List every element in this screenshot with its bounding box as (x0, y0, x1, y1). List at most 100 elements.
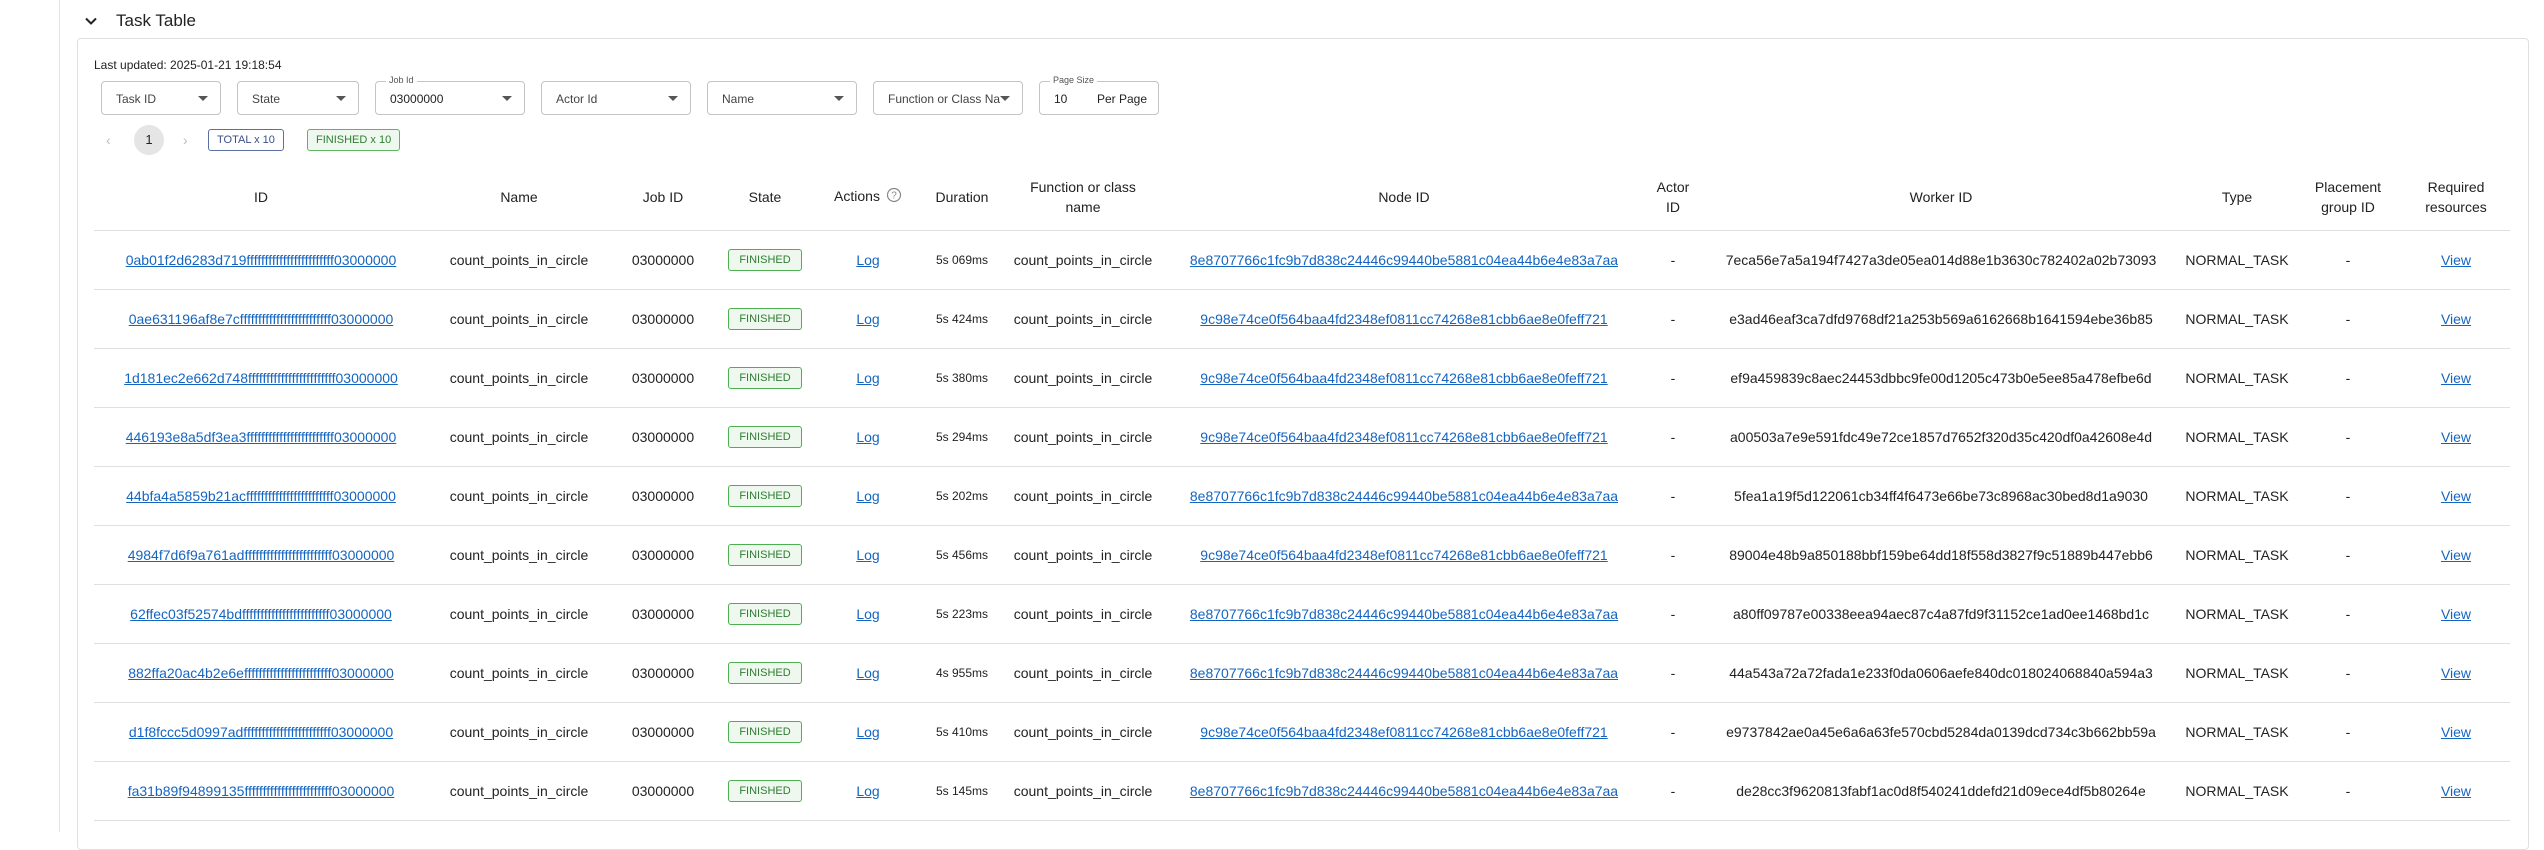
node-id-link[interactable]: 8e8707766c1fc9b7d838c24446c99440be5881c0… (1190, 606, 1618, 622)
log-link[interactable]: Log (856, 370, 879, 386)
page-size-label: Page Size (1050, 75, 1098, 85)
task-id-td: 4984f7d6f9a761adffffffffffffffffffffffff… (94, 525, 428, 585)
log-link[interactable]: Log (856, 665, 879, 681)
job-id-cell: 03000000 (631, 724, 695, 740)
chevron-down-icon[interactable] (80, 10, 102, 32)
chevron-left-icon[interactable]: ‹ (106, 132, 111, 148)
worker-id-cell-td: de28cc3f9620813fabf1ac0d8f540241ddefd21d… (1702, 761, 2180, 821)
view-resources-link[interactable]: View (2441, 370, 2471, 386)
duration-cell-td: 5s 456ms (922, 525, 1002, 585)
task-id-link[interactable]: fa31b89f94899135ffffffffffffffffffffffff… (128, 783, 395, 799)
node-id-link[interactable]: 9c98e74ce0f564baa4fd2348ef0811cc74268e81… (1200, 429, 1607, 445)
type-cell: NORMAL_TASK (2185, 488, 2289, 504)
state-badge: FINISHED (728, 249, 802, 271)
page-button-current[interactable]: 1 (134, 125, 164, 155)
view-resources-link[interactable]: View (2441, 547, 2471, 563)
page-size-value[interactable]: 10 (1054, 92, 1067, 106)
task-id-link[interactable]: d1f8fccc5d0997adffffffffffffffffffffffff… (129, 724, 393, 740)
state-badge: FINISHED (728, 308, 802, 330)
task-id-link[interactable]: 4984f7d6f9a761adffffffffffffffffffffffff… (128, 547, 395, 563)
view-resources-link[interactable]: View (2441, 429, 2471, 445)
view-resources-link[interactable]: View (2441, 724, 2471, 740)
state-td: FINISHED (716, 466, 814, 526)
task-id-filter[interactable]: Task ID (101, 81, 221, 115)
worker-id-cell-td: a00503a7e9e591fdc49e72ce1857d7652f320d35… (1702, 407, 2180, 467)
log-link[interactable]: Log (856, 311, 879, 327)
log-link[interactable]: Log (856, 783, 879, 799)
task-id-link[interactable]: 1d181ec2e662d748ffffffffffffffffffffffff… (124, 370, 398, 386)
task-id-link[interactable]: 0ab01f2d6283d719ffffffffffffffffffffffff… (126, 252, 397, 268)
duration-cell-td: 5s 145ms (922, 761, 1002, 821)
task-name-cell: count_points_in_circle (449, 547, 589, 563)
node-id-link[interactable]: 8e8707766c1fc9b7d838c24446c99440be5881c0… (1190, 783, 1618, 799)
log-link[interactable]: Log (856, 547, 879, 563)
name-filter[interactable]: Name (707, 81, 857, 115)
task-id-link[interactable]: 882ffa20ac4b2e6effffffffffffffffffffffff… (128, 665, 394, 681)
help-circle-icon[interactable]: ? (886, 187, 902, 208)
duration-cell: 5s 223ms (935, 607, 989, 621)
task-name-cell-td: count_points_in_circle (428, 643, 610, 703)
state-td: FINISHED (716, 407, 814, 467)
actor-id-cell-td: - (1644, 466, 1702, 526)
view-resources-link[interactable]: View (2441, 606, 2471, 622)
col-header-worker-id: Worker ID (1702, 164, 2180, 231)
function-name-cell-td: count_points_in_circle (1002, 702, 1164, 762)
view-resources-link[interactable]: View (2441, 665, 2471, 681)
view-resources-link[interactable]: View (2441, 311, 2471, 327)
section-header[interactable]: Task Table (80, 6, 196, 36)
log-td: Log (814, 761, 922, 821)
total-count-badge[interactable]: TOTAL x 10 (208, 129, 284, 151)
placement-group-cell: - (2345, 665, 2351, 681)
node-id-td: 9c98e74ce0f564baa4fd2348ef0811cc74268e81… (1164, 525, 1644, 585)
function-name-cell-td: count_points_in_circle (1002, 348, 1164, 408)
log-link[interactable]: Log (856, 429, 879, 445)
page-size-input[interactable]: Page Size 10 Per Page (1039, 75, 1159, 115)
state-badge: FINISHED (728, 426, 802, 448)
view-resources-link[interactable]: View (2441, 252, 2471, 268)
actor-id-cell-td: - (1644, 761, 1702, 821)
state-filter[interactable]: State (237, 81, 359, 115)
task-id-link[interactable]: 0ae631196af8e7cfffffffffffffffffffffffff… (129, 311, 394, 327)
actor-id-filter[interactable]: Actor Id (541, 81, 691, 115)
log-link[interactable]: Log (856, 252, 879, 268)
type-cell-td: NORMAL_TASK (2180, 348, 2294, 408)
duration-cell-td: 5s 410ms (922, 702, 1002, 762)
duration-cell: 5s 380ms (935, 371, 989, 385)
node-id-link[interactable]: 8e8707766c1fc9b7d838c24446c99440be5881c0… (1190, 488, 1618, 504)
task-id-link[interactable]: 446193e8a5df3ea3ffffffffffffffffffffffff… (126, 429, 397, 445)
function-name-cell: count_points_in_circle (1013, 783, 1153, 799)
col-header-actions-label: Actions (834, 188, 880, 205)
dropdown-arrow-icon (336, 96, 346, 101)
node-id-link[interactable]: 9c98e74ce0f564baa4fd2348ef0811cc74268e81… (1200, 724, 1607, 740)
node-id-link[interactable]: 8e8707766c1fc9b7d838c24446c99440be5881c0… (1190, 252, 1618, 268)
log-link[interactable]: Log (856, 606, 879, 622)
placement-group-cell: - (2345, 311, 2351, 327)
node-id-link[interactable]: 8e8707766c1fc9b7d838c24446c99440be5881c0… (1190, 665, 1618, 681)
type-cell: NORMAL_TASK (2185, 724, 2289, 740)
placement-group-cell: - (2345, 370, 2351, 386)
finished-count-badge[interactable]: FINISHED x 10 (307, 129, 401, 151)
function-filter[interactable]: Function or Class Na (873, 81, 1023, 115)
task-id-link[interactable]: 62ffec03f52574bdffffffffffffffffffffffff… (130, 606, 392, 622)
table-body: 0ab01f2d6283d719ffffffffffffffffffffffff… (94, 230, 2510, 821)
table-row: 62ffec03f52574bdffffffffffffffffffffffff… (94, 584, 2510, 644)
log-link[interactable]: Log (856, 724, 879, 740)
task-id-link[interactable]: 44bfa4a5859b21acffffffffffffffffffffffff… (126, 488, 396, 504)
job-id-cell-td: 03000000 (610, 348, 716, 408)
view-resources-link[interactable]: View (2441, 488, 2471, 504)
task-name-cell-td: count_points_in_circle (428, 230, 610, 290)
worker-id-cell: a00503a7e9e591fdc49e72ce1857d7652f320d35… (1730, 429, 2152, 445)
function-name-cell-td: count_points_in_circle (1002, 466, 1164, 526)
node-id-link[interactable]: 9c98e74ce0f564baa4fd2348ef0811cc74268e81… (1200, 370, 1607, 386)
log-link[interactable]: Log (856, 488, 879, 504)
state-badge: FINISHED (728, 485, 802, 507)
page-left-border (59, 0, 60, 832)
node-id-link[interactable]: 9c98e74ce0f564baa4fd2348ef0811cc74268e81… (1200, 311, 1607, 327)
type-cell-td: NORMAL_TASK (2180, 289, 2294, 349)
job-id-filter[interactable]: Job Id 03000000 (375, 75, 525, 115)
col-header-function-l1: Function or class (1030, 179, 1136, 195)
type-cell-td: NORMAL_TASK (2180, 525, 2294, 585)
chevron-right-icon[interactable]: › (183, 132, 188, 148)
view-resources-link[interactable]: View (2441, 783, 2471, 799)
node-id-link[interactable]: 9c98e74ce0f564baa4fd2348ef0811cc74268e81… (1200, 547, 1607, 563)
